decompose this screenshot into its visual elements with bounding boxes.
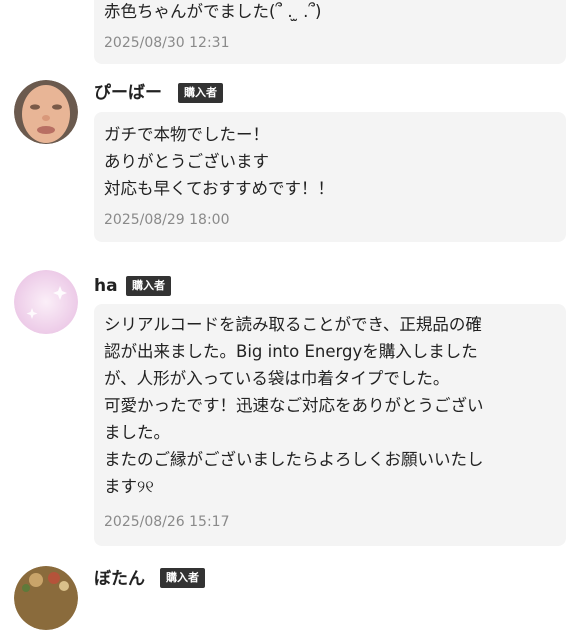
avatar[interactable] bbox=[14, 80, 78, 144]
review-message: 赤色ちゃんがでました(՞ . ̫ .՞) bbox=[104, 2, 322, 21]
user-photo-icon bbox=[14, 270, 78, 334]
username[interactable]: ha bbox=[94, 276, 118, 296]
review-message: ガチで本物でしたー！ ありがとうございます 対応も早くておすすめです！！ bbox=[104, 125, 335, 198]
buyer-badge: 購入者 bbox=[160, 568, 205, 588]
review-feed: 赤色ちゃんがでました(՞ . ̫ .՞) 2025/08/30 12:31 ぴー… bbox=[0, 0, 588, 630]
avatar[interactable] bbox=[14, 566, 78, 630]
review-bubble: ガチで本物でしたー！ ありがとうございます 対応も早くておすすめです！！ 202… bbox=[94, 112, 566, 242]
review-timestamp: 2025/08/30 12:31 bbox=[104, 35, 230, 51]
user-photo-icon bbox=[14, 80, 78, 144]
buyer-badge: 購入者 bbox=[126, 276, 171, 296]
avatar[interactable] bbox=[14, 270, 78, 334]
review-bubble: シリアルコードを読み取ることができ、正規品の確 認が出来ました。Big into… bbox=[94, 304, 566, 546]
user-photo-icon bbox=[14, 566, 78, 630]
review-message: シリアルコードを読み取ることができ、正規品の確 認が出来ました。Big into… bbox=[104, 315, 484, 496]
buyer-badge: 購入者 bbox=[178, 83, 223, 103]
username[interactable]: ぴーばー bbox=[94, 83, 162, 103]
review-bubble: 赤色ちゃんがでました(՞ . ̫ .՞) 2025/08/30 12:31 bbox=[94, 0, 566, 64]
username[interactable]: ぼたん bbox=[94, 569, 145, 589]
review-timestamp: 2025/08/26 15:17 bbox=[104, 514, 230, 530]
review-timestamp: 2025/08/29 18:00 bbox=[104, 212, 230, 228]
